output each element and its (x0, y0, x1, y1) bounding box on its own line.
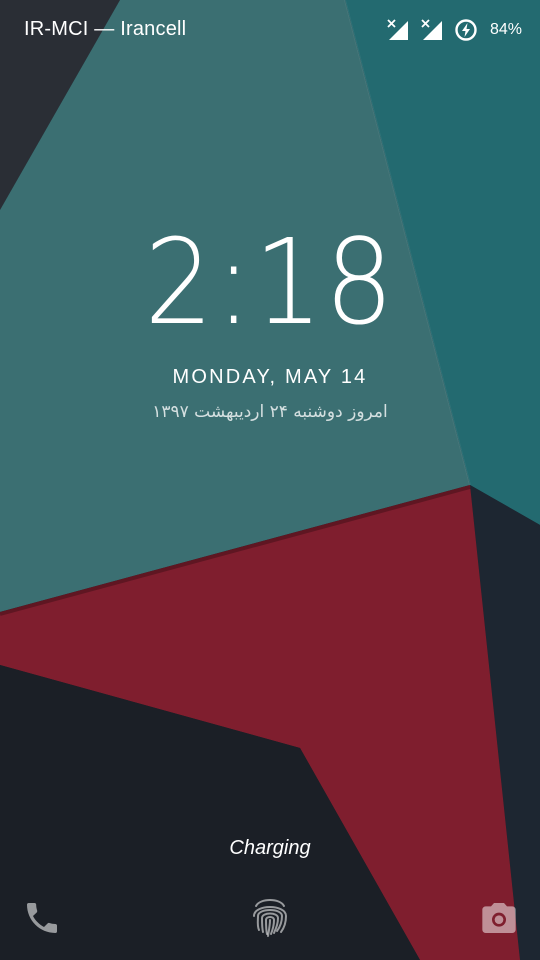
battery-charging-icon (454, 18, 478, 42)
phone-icon[interactable] (22, 898, 62, 938)
lockscreen-persian-date: امروز دوشنبه ۲۴ اردیبهشت ۱۳۹۷ (152, 402, 388, 422)
signal-sim2-icon (420, 18, 444, 42)
status-bar: IR-MCI — Irancell 84% (0, 0, 540, 62)
lock-screen: IR-MCI — Irancell 84% 2:18 MONDAY, MAY 1… (0, 0, 540, 960)
fingerprint-icon[interactable] (248, 892, 292, 940)
signal-sim1-icon (386, 18, 410, 42)
charging-status: Charging (229, 837, 311, 859)
battery-percent: 84% (489, 21, 522, 38)
camera-icon[interactable] (478, 898, 520, 938)
wallpaper (0, 0, 540, 960)
status-icons: 84% (386, 16, 522, 44)
carrier-name: IR-MCI — Irancell (24, 18, 187, 40)
lockscreen-date: MONDAY, MAY 14 (172, 366, 368, 388)
lockscreen-clock: 2:18 (144, 213, 396, 351)
